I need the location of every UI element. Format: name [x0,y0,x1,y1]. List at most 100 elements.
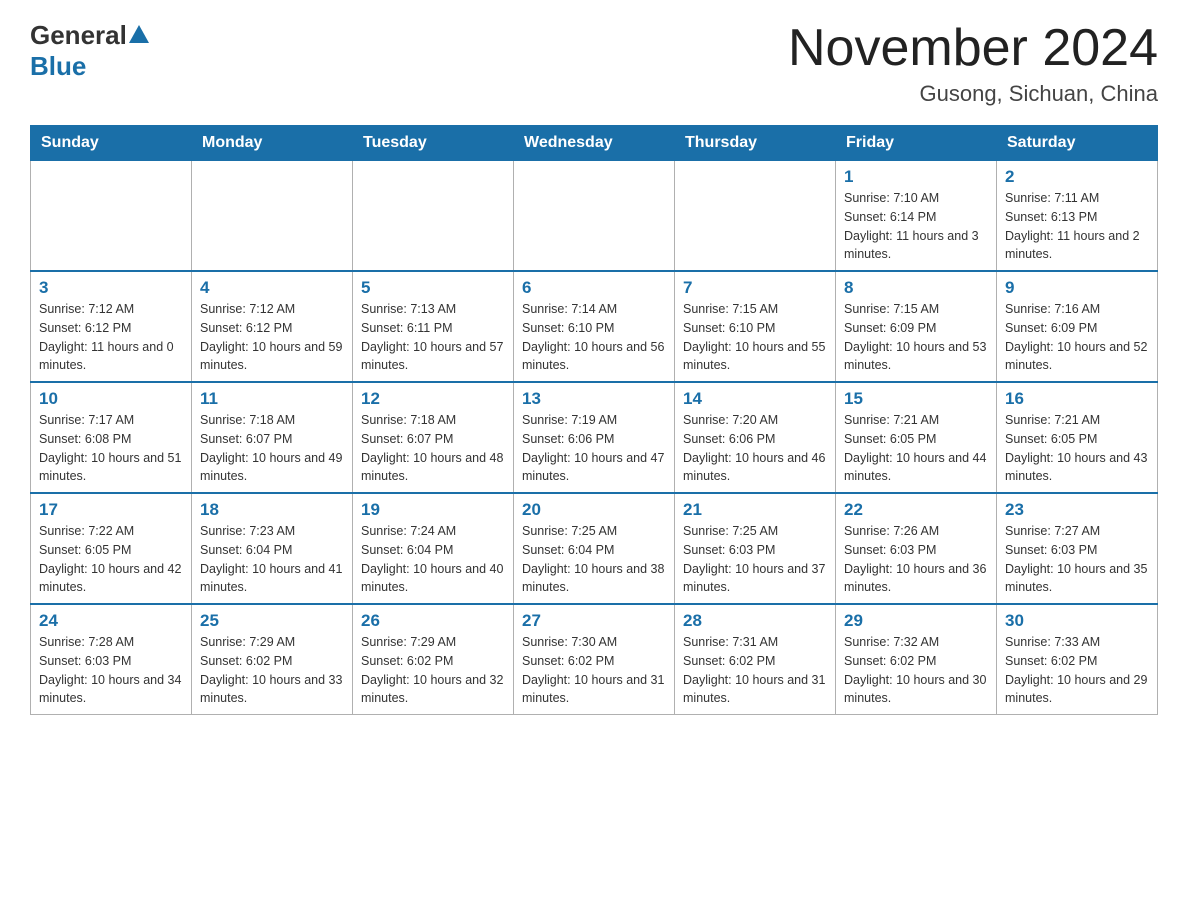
day-info: Sunrise: 7:15 AMSunset: 6:09 PMDaylight:… [844,300,988,375]
day-number: 26 [361,611,505,631]
day-number: 12 [361,389,505,409]
day-number: 13 [522,389,666,409]
calendar-cell: 7Sunrise: 7:15 AMSunset: 6:10 PMDaylight… [675,271,836,382]
day-number: 25 [200,611,344,631]
calendar-cell: 18Sunrise: 7:23 AMSunset: 6:04 PMDayligh… [192,493,353,604]
day-info: Sunrise: 7:26 AMSunset: 6:03 PMDaylight:… [844,522,988,597]
day-info: Sunrise: 7:33 AMSunset: 6:02 PMDaylight:… [1005,633,1149,708]
weekday-header-saturday: Saturday [997,126,1158,161]
calendar-cell [675,161,836,272]
day-info: Sunrise: 7:27 AMSunset: 6:03 PMDaylight:… [1005,522,1149,597]
calendar-cell [514,161,675,272]
calendar-cell: 24Sunrise: 7:28 AMSunset: 6:03 PMDayligh… [31,604,192,715]
calendar-cell [31,161,192,272]
day-info: Sunrise: 7:10 AMSunset: 6:14 PMDaylight:… [844,189,988,264]
day-info: Sunrise: 7:18 AMSunset: 6:07 PMDaylight:… [200,411,344,486]
day-info: Sunrise: 7:12 AMSunset: 6:12 PMDaylight:… [39,300,183,375]
day-info: Sunrise: 7:29 AMSunset: 6:02 PMDaylight:… [361,633,505,708]
calendar-cell: 30Sunrise: 7:33 AMSunset: 6:02 PMDayligh… [997,604,1158,715]
day-info: Sunrise: 7:32 AMSunset: 6:02 PMDaylight:… [844,633,988,708]
day-info: Sunrise: 7:20 AMSunset: 6:06 PMDaylight:… [683,411,827,486]
day-info: Sunrise: 7:16 AMSunset: 6:09 PMDaylight:… [1005,300,1149,375]
day-info: Sunrise: 7:24 AMSunset: 6:04 PMDaylight:… [361,522,505,597]
calendar-cell: 20Sunrise: 7:25 AMSunset: 6:04 PMDayligh… [514,493,675,604]
logo-triangle-icon [129,25,149,43]
day-number: 11 [200,389,344,409]
day-number: 6 [522,278,666,298]
day-number: 2 [1005,167,1149,187]
logo: General Blue [30,20,151,82]
day-number: 21 [683,500,827,520]
day-number: 9 [1005,278,1149,298]
calendar-cell: 15Sunrise: 7:21 AMSunset: 6:05 PMDayligh… [836,382,997,493]
location-subtitle: Gusong, Sichuan, China [788,81,1158,107]
calendar-cell: 2Sunrise: 7:11 AMSunset: 6:13 PMDaylight… [997,161,1158,272]
calendar-cell: 6Sunrise: 7:14 AMSunset: 6:10 PMDaylight… [514,271,675,382]
calendar-cell: 16Sunrise: 7:21 AMSunset: 6:05 PMDayligh… [997,382,1158,493]
calendar-cell: 12Sunrise: 7:18 AMSunset: 6:07 PMDayligh… [353,382,514,493]
day-number: 14 [683,389,827,409]
weekday-header-sunday: Sunday [31,126,192,161]
day-info: Sunrise: 7:25 AMSunset: 6:03 PMDaylight:… [683,522,827,597]
calendar-cell [353,161,514,272]
day-number: 17 [39,500,183,520]
calendar-table: SundayMondayTuesdayWednesdayThursdayFrid… [30,125,1158,715]
weekday-header-wednesday: Wednesday [514,126,675,161]
day-info: Sunrise: 7:13 AMSunset: 6:11 PMDaylight:… [361,300,505,375]
day-info: Sunrise: 7:29 AMSunset: 6:02 PMDaylight:… [200,633,344,708]
day-info: Sunrise: 7:28 AMSunset: 6:03 PMDaylight:… [39,633,183,708]
calendar-cell: 14Sunrise: 7:20 AMSunset: 6:06 PMDayligh… [675,382,836,493]
calendar-cell: 28Sunrise: 7:31 AMSunset: 6:02 PMDayligh… [675,604,836,715]
day-number: 30 [1005,611,1149,631]
day-number: 10 [39,389,183,409]
calendar-week-row: 3Sunrise: 7:12 AMSunset: 6:12 PMDaylight… [31,271,1158,382]
day-number: 24 [39,611,183,631]
logo-blue-text: Blue [30,51,86,82]
day-info: Sunrise: 7:15 AMSunset: 6:10 PMDaylight:… [683,300,827,375]
calendar-cell: 27Sunrise: 7:30 AMSunset: 6:02 PMDayligh… [514,604,675,715]
day-number: 18 [200,500,344,520]
calendar-cell: 4Sunrise: 7:12 AMSunset: 6:12 PMDaylight… [192,271,353,382]
weekday-header-tuesday: Tuesday [353,126,514,161]
day-number: 15 [844,389,988,409]
calendar-cell: 10Sunrise: 7:17 AMSunset: 6:08 PMDayligh… [31,382,192,493]
day-number: 29 [844,611,988,631]
day-info: Sunrise: 7:18 AMSunset: 6:07 PMDaylight:… [361,411,505,486]
day-info: Sunrise: 7:12 AMSunset: 6:12 PMDaylight:… [200,300,344,375]
day-number: 3 [39,278,183,298]
calendar-week-row: 10Sunrise: 7:17 AMSunset: 6:08 PMDayligh… [31,382,1158,493]
day-number: 20 [522,500,666,520]
logo-general-text: General [30,20,127,51]
day-number: 7 [683,278,827,298]
calendar-week-row: 17Sunrise: 7:22 AMSunset: 6:05 PMDayligh… [31,493,1158,604]
calendar-cell: 9Sunrise: 7:16 AMSunset: 6:09 PMDaylight… [997,271,1158,382]
weekday-header-monday: Monday [192,126,353,161]
weekday-header-thursday: Thursday [675,126,836,161]
calendar-cell: 13Sunrise: 7:19 AMSunset: 6:06 PMDayligh… [514,382,675,493]
calendar-cell: 3Sunrise: 7:12 AMSunset: 6:12 PMDaylight… [31,271,192,382]
calendar-cell: 17Sunrise: 7:22 AMSunset: 6:05 PMDayligh… [31,493,192,604]
day-info: Sunrise: 7:22 AMSunset: 6:05 PMDaylight:… [39,522,183,597]
calendar-cell: 26Sunrise: 7:29 AMSunset: 6:02 PMDayligh… [353,604,514,715]
calendar-cell: 5Sunrise: 7:13 AMSunset: 6:11 PMDaylight… [353,271,514,382]
day-number: 8 [844,278,988,298]
month-title: November 2024 [788,20,1158,77]
calendar-cell: 19Sunrise: 7:24 AMSunset: 6:04 PMDayligh… [353,493,514,604]
day-number: 19 [361,500,505,520]
day-number: 28 [683,611,827,631]
day-info: Sunrise: 7:14 AMSunset: 6:10 PMDaylight:… [522,300,666,375]
day-number: 23 [1005,500,1149,520]
calendar-cell: 25Sunrise: 7:29 AMSunset: 6:02 PMDayligh… [192,604,353,715]
title-area: November 2024 Gusong, Sichuan, China [788,20,1158,107]
day-number: 1 [844,167,988,187]
day-number: 22 [844,500,988,520]
calendar-cell: 29Sunrise: 7:32 AMSunset: 6:02 PMDayligh… [836,604,997,715]
header: General Blue November 2024 Gusong, Sichu… [30,20,1158,107]
calendar-cell: 8Sunrise: 7:15 AMSunset: 6:09 PMDaylight… [836,271,997,382]
calendar-week-row: 24Sunrise: 7:28 AMSunset: 6:03 PMDayligh… [31,604,1158,715]
calendar-cell: 21Sunrise: 7:25 AMSunset: 6:03 PMDayligh… [675,493,836,604]
day-info: Sunrise: 7:11 AMSunset: 6:13 PMDaylight:… [1005,189,1149,264]
day-info: Sunrise: 7:31 AMSunset: 6:02 PMDaylight:… [683,633,827,708]
day-info: Sunrise: 7:21 AMSunset: 6:05 PMDaylight:… [844,411,988,486]
calendar-cell: 11Sunrise: 7:18 AMSunset: 6:07 PMDayligh… [192,382,353,493]
